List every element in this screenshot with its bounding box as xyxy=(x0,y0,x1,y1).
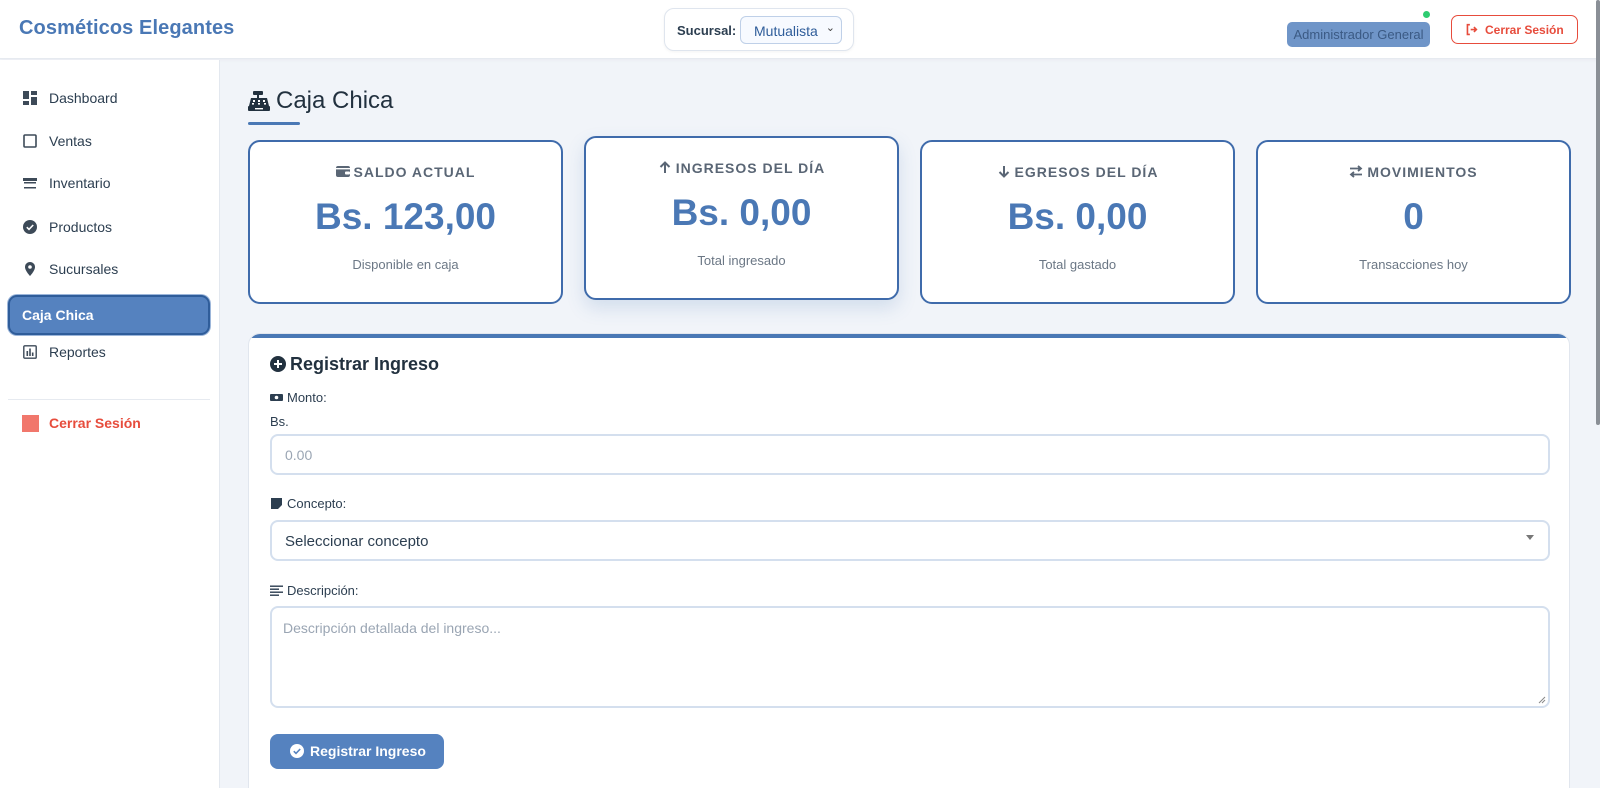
sidebar-item-inventario[interactable]: Inventario xyxy=(8,164,210,202)
sidebar-item-ventas[interactable]: Ventas xyxy=(8,122,210,160)
amount-input[interactable]: 0.00 xyxy=(270,434,1550,475)
amount-label: Monto: xyxy=(270,390,327,405)
form-title-text: Registrar Ingreso xyxy=(290,354,440,374)
sidebar-item-label: Productos xyxy=(49,219,113,235)
page-title-text: Caja Chica xyxy=(276,87,394,114)
register-income-button-label: Registrar Ingreso xyxy=(310,743,426,759)
sidebar-item-dashboard[interactable]: Dashboard xyxy=(8,79,210,117)
stat-card-subtitle: Transacciones hoy xyxy=(1359,257,1468,272)
stat-card-header: MOVIMIENTOS xyxy=(1258,164,1569,180)
header-logout-button[interactable]: Cerrar Sesión xyxy=(1451,15,1578,44)
sidebar-logout-label: Cerrar Sesión xyxy=(49,415,141,431)
bar-chart-icon xyxy=(23,345,37,359)
concept-select[interactable]: Seleccionar concepto xyxy=(270,520,1550,561)
description-textarea[interactable]: Descripción detallada del ingreso... xyxy=(270,606,1550,708)
brand-title[interactable]: Cosméticos Elegantes xyxy=(19,17,234,40)
register-income-button[interactable]: Registrar Ingreso xyxy=(270,734,444,769)
stat-card-value: Bs. 0,00 xyxy=(1007,196,1148,237)
stat-card-label: MOVIMIENTOS xyxy=(1367,164,1478,180)
plus-circle-icon xyxy=(270,356,286,372)
check-circle-icon xyxy=(290,744,304,758)
title-underline xyxy=(248,122,300,125)
stat-card-subtitle: Disponible en caja xyxy=(352,257,459,272)
dashboard-icon xyxy=(23,91,37,105)
branch-select-value: Mutualista xyxy=(754,23,818,39)
cash-register-icon xyxy=(248,91,270,111)
logout-icon xyxy=(22,415,39,432)
check-circle-icon xyxy=(23,220,37,234)
caret-down-icon xyxy=(1526,535,1534,540)
sidebar-item-label: Reportes xyxy=(49,344,106,360)
stat-card-subtitle: Total ingresado xyxy=(697,253,786,268)
amount-label-text: Monto: xyxy=(287,390,327,405)
exchange-icon xyxy=(1349,165,1363,178)
sidebar: Dashboard Ventas Inventario Productos Su… xyxy=(0,60,220,788)
concept-label: Concepto: xyxy=(270,496,346,511)
square-icon xyxy=(23,134,37,148)
branch-selector: Sucursal: Mutualista ⌄ xyxy=(664,8,854,51)
page-scrollbar[interactable] xyxy=(1596,0,1600,425)
map-pin-icon xyxy=(25,262,35,276)
concept-label-text: Concepto: xyxy=(287,496,347,511)
user-role-badge: Administrador General xyxy=(1287,22,1430,47)
resize-handle-icon[interactable] xyxy=(1538,696,1546,704)
branch-label: Sucursal: xyxy=(677,23,737,38)
stat-card-subtitle: Total gastado xyxy=(1038,257,1117,272)
stat-card-ingresos: INGRESOS DEL DÍA Bs. 0,00 Total ingresad… xyxy=(584,136,899,300)
header-logout-label: Cerrar Sesión xyxy=(1485,23,1564,37)
stat-card-value: Bs. 0,00 xyxy=(671,192,812,233)
online-status-dot xyxy=(1423,11,1430,18)
stat-card-header: INGRESOS DEL DÍA xyxy=(586,160,897,176)
align-left-icon xyxy=(270,585,283,596)
form-card-accent-bar xyxy=(249,334,1569,338)
store-icon xyxy=(23,178,37,189)
concept-select-value: Seleccionar concepto xyxy=(285,533,429,550)
register-income-form: Registrar Ingreso Monto: Bs. 0.00 Concep… xyxy=(248,333,1570,788)
sidebar-item-label: Sucursales xyxy=(49,261,119,277)
sidebar-logout-button[interactable]: Cerrar Sesión xyxy=(8,404,210,442)
sidebar-item-reportes[interactable]: Reportes xyxy=(8,333,210,371)
stat-card-label: INGRESOS DEL DÍA xyxy=(675,160,826,176)
sidebar-item-label: Ventas xyxy=(49,133,92,149)
stat-card-header: SALDO ACTUAL xyxy=(250,164,561,180)
stat-card-header: EGRESOS DEL DÍA xyxy=(922,164,1233,180)
sidebar-divider xyxy=(8,399,210,400)
logout-icon xyxy=(1466,23,1478,36)
arrow-down-icon xyxy=(998,166,1009,178)
chevron-down-icon: ⌄ xyxy=(825,22,835,34)
currency-label: Bs. xyxy=(270,414,289,429)
sidebar-item-productos[interactable]: Productos xyxy=(8,208,210,246)
sidebar-item-sucursales[interactable]: Sucursales xyxy=(8,250,210,288)
stat-card-value: Bs. 123,00 xyxy=(314,196,497,237)
wallet-icon xyxy=(335,166,350,177)
stat-card-value: 0 xyxy=(1403,196,1424,237)
stat-card-egresos: EGRESOS DEL DÍA Bs. 0,00 Total gastado xyxy=(920,140,1235,304)
stat-card-label: EGRESOS DEL DÍA xyxy=(1014,164,1159,180)
sidebar-item-label: Caja Chica xyxy=(22,307,94,323)
arrow-up-icon xyxy=(659,161,670,173)
amount-input-placeholder: 0.00 xyxy=(285,447,313,463)
note-icon xyxy=(271,498,282,509)
sidebar-item-caja-chica[interactable]: Caja Chica xyxy=(8,295,210,335)
money-icon xyxy=(270,394,283,401)
description-placeholder: Descripción detallada del ingreso... xyxy=(283,620,501,636)
description-label: Descripción: xyxy=(270,583,359,598)
sidebar-item-label: Dashboard xyxy=(49,90,118,106)
branch-select[interactable]: Mutualista ⌄ xyxy=(740,16,842,44)
stat-card-saldo-actual: SALDO ACTUAL Bs. 123,00 Disponible en ca… xyxy=(248,140,563,304)
stat-card-label: SALDO ACTUAL xyxy=(353,164,476,180)
description-label-text: Descripción: xyxy=(287,583,359,598)
stat-card-movimientos: MOVIMIENTOS 0 Transacciones hoy xyxy=(1256,140,1571,304)
sidebar-item-label: Inventario xyxy=(49,175,111,191)
top-header: Cosméticos Elegantes Sucursal: Mutualist… xyxy=(0,0,1600,59)
